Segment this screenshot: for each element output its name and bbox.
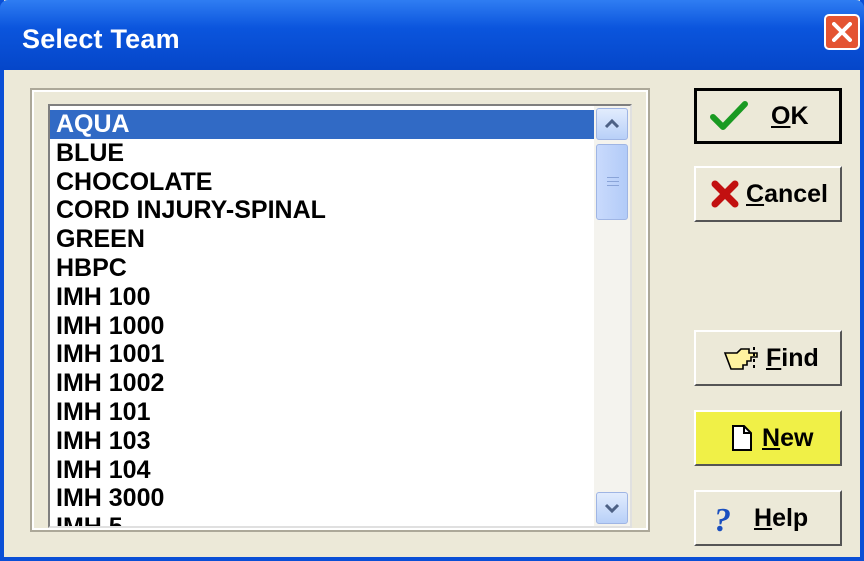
new-label: New <box>762 423 814 452</box>
list-item[interactable]: CHOCOLATE <box>50 168 596 197</box>
list-item[interactable]: IMH 1002 <box>50 369 596 398</box>
thumb-grip-line <box>607 181 619 182</box>
find-button[interactable]: Find <box>694 330 842 386</box>
find-label: Find <box>766 343 819 372</box>
list-item[interactable]: IMH 103 <box>50 427 596 456</box>
list-item[interactable]: IMH 104 <box>50 456 596 485</box>
close-icon <box>832 22 852 42</box>
title-bar[interactable]: Select Team <box>0 0 864 70</box>
list-item[interactable]: GREEN <box>50 225 596 254</box>
question-mark-icon: ? <box>712 501 738 535</box>
pointing-hand-icon <box>722 343 760 373</box>
close-button[interactable] <box>824 14 860 50</box>
list-item[interactable]: IMH 101 <box>50 398 596 427</box>
chevron-down-icon <box>604 503 620 514</box>
ok-button[interactable]: OK <box>694 88 842 144</box>
list-item[interactable]: CORD INJURY-SPINAL <box>50 196 596 225</box>
window-title: Select Team <box>22 24 180 54</box>
list-item[interactable]: IMH 1000 <box>50 312 596 341</box>
cancel-button[interactable]: Cancel <box>694 166 842 222</box>
new-button[interactable]: New <box>694 410 842 466</box>
ok-label: OK <box>771 101 809 130</box>
help-label: Help <box>754 503 809 532</box>
scroll-down-button[interactable] <box>596 492 628 524</box>
team-list-items: AQUA BLUE CHOCOLATE CORD INJURY-SPINAL GREEN… <box>50 110 596 526</box>
list-item[interactable]: HBPC <box>50 254 596 283</box>
scroll-up-button[interactable] <box>596 108 628 140</box>
team-listbox[interactable]: AQUA BLUE CHOCOLATE CORD INJURY-SPINAL GREEN… <box>48 104 632 528</box>
cancel-label: Cancel <box>746 179 828 208</box>
checkmark-icon <box>709 100 749 132</box>
x-icon <box>710 179 740 209</box>
list-item[interactable]: IMH 3000 <box>50 484 596 513</box>
list-item[interactable]: BLUE <box>50 139 596 168</box>
thumb-grip-line <box>607 177 619 178</box>
vertical-scrollbar[interactable] <box>594 106 630 526</box>
list-item[interactable]: IMH 100 <box>50 283 596 312</box>
svg-text:?: ? <box>714 502 731 535</box>
chevron-up-icon <box>604 118 620 129</box>
list-item[interactable]: IMH 1001 <box>50 340 596 369</box>
scroll-thumb[interactable] <box>596 144 628 220</box>
help-button[interactable]: ? Help <box>694 490 842 546</box>
new-document-icon <box>730 423 754 453</box>
list-item[interactable]: AQUA <box>50 110 596 139</box>
thumb-grip-line <box>607 185 619 186</box>
list-item[interactable]: IMH 5 <box>50 513 596 526</box>
